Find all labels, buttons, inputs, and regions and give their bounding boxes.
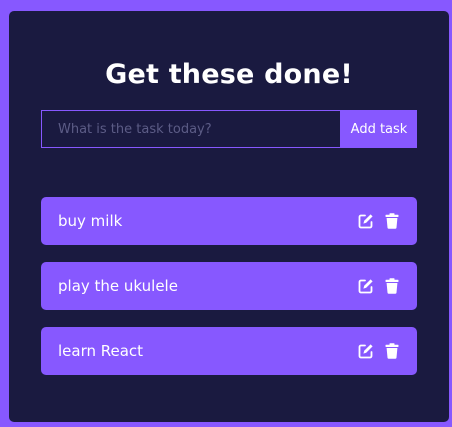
todo-form: Add task xyxy=(41,110,417,148)
trash-icon[interactable] xyxy=(384,213,400,229)
task-input[interactable] xyxy=(41,110,341,148)
page-title: Get these done! xyxy=(105,59,353,90)
trash-icon[interactable] xyxy=(384,278,400,294)
todo-item: learn React xyxy=(41,327,417,375)
todo-text[interactable]: buy milk xyxy=(58,212,122,230)
todo-text[interactable]: play the ukulele xyxy=(58,277,178,295)
todo-item: play the ukulele xyxy=(41,262,417,310)
edit-icon[interactable] xyxy=(358,213,374,229)
todo-actions xyxy=(358,213,400,229)
todo-wrapper: Get these done! Add task buy milk pl xyxy=(9,11,449,422)
todo-item: buy milk xyxy=(41,197,417,245)
todo-actions xyxy=(358,278,400,294)
edit-icon[interactable] xyxy=(358,278,374,294)
trash-icon[interactable] xyxy=(384,343,400,359)
todo-actions xyxy=(358,343,400,359)
todo-text[interactable]: learn React xyxy=(58,342,143,360)
edit-icon[interactable] xyxy=(358,343,374,359)
add-task-button[interactable]: Add task xyxy=(341,110,417,148)
